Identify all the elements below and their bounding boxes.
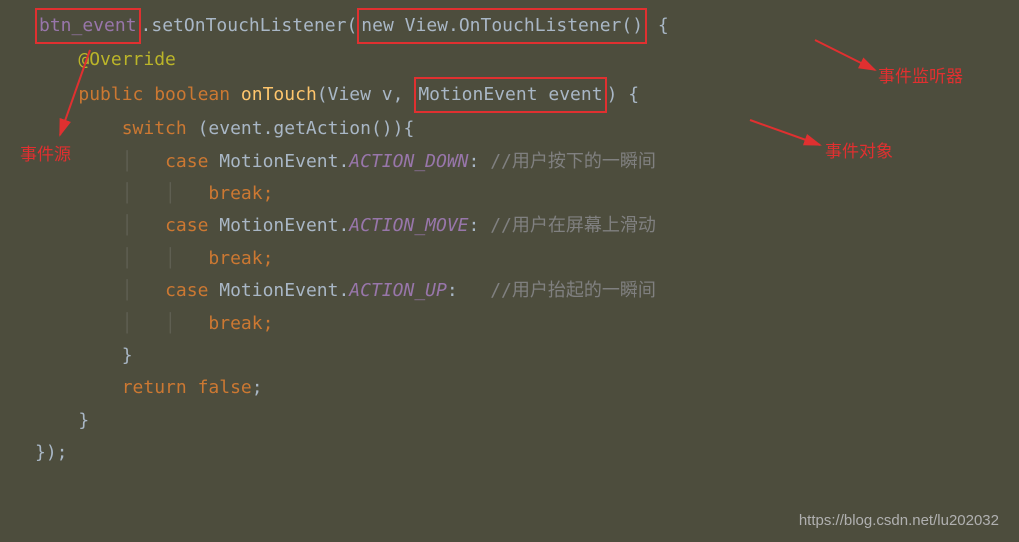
code-line-12: return false; (0, 372, 1019, 404)
code-line-8: │ │ break; (0, 243, 1019, 275)
code-line-7: │ case MotionEvent.ACTION_MOVE: //用户在屏幕上… (0, 210, 1019, 242)
code-line-13: } (0, 405, 1019, 437)
arrow-event-listener (810, 35, 885, 86)
code-line-11: } (0, 340, 1019, 372)
highlight-box-btn-event: btn_event (35, 8, 141, 44)
watermark: https://blog.csdn.net/lu202032 (799, 507, 999, 534)
label-event-source: 事件源 (20, 140, 71, 171)
code-line-9: │ case MotionEvent.ACTION_UP: //用户抬起的一瞬间 (0, 275, 1019, 307)
highlight-box-motion-event: MotionEvent event (414, 77, 606, 113)
code-line-6: │ │ break; (0, 178, 1019, 210)
label-event-object: 事件对象 (825, 137, 893, 168)
label-event-listener: 事件监听器 (878, 62, 963, 93)
code-line-14: }); (0, 437, 1019, 469)
arrow-event-object (745, 115, 830, 166)
code-line-10: │ │ break; (0, 308, 1019, 340)
highlight-box-listener: new View.OnTouchListener() (357, 8, 647, 44)
